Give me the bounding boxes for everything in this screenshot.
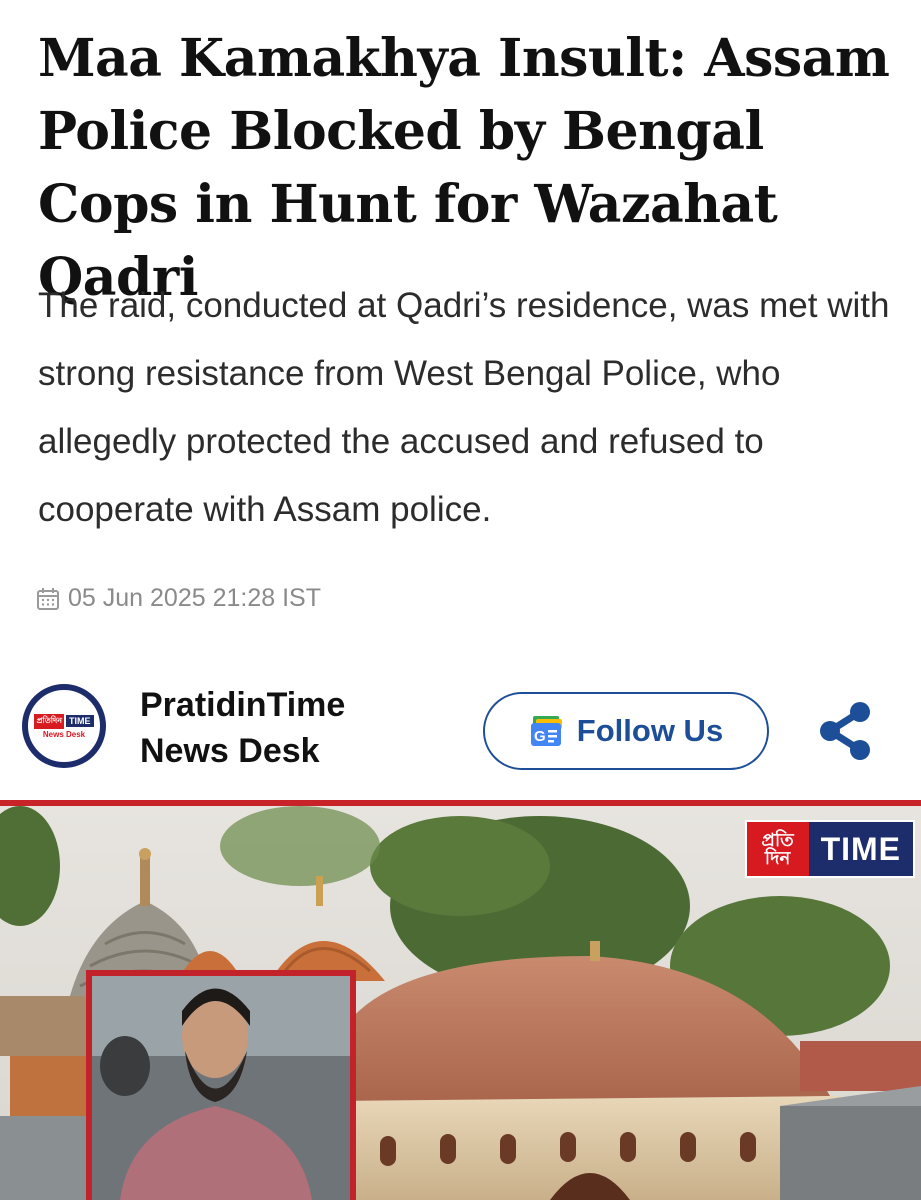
follow-us-label: Follow Us bbox=[576, 713, 724, 748]
svg-text:G: G bbox=[534, 728, 546, 745]
author-name-line1: PratidinTime bbox=[140, 686, 346, 724]
pratidin-time-logo: প্রতি দিন TIME bbox=[744, 820, 915, 878]
article-hero-image[interactable]: প্রতি দিন TIME bbox=[0, 800, 921, 1200]
publish-date: 05 Jun 2025 21:28 IST bbox=[36, 584, 321, 613]
author-name[interactable]: PratidinTime News Desk bbox=[140, 682, 400, 774]
share-icon[interactable] bbox=[816, 700, 874, 762]
inset-portrait bbox=[86, 970, 356, 1200]
calendar-icon bbox=[37, 587, 59, 610]
logo-time-text: TIME bbox=[808, 822, 913, 876]
author-bar: প্রতিদিন TIME News Desk PratidinTime New… bbox=[0, 670, 921, 795]
temple-left-structures bbox=[0, 996, 90, 1200]
google-news-icon: G bbox=[530, 716, 562, 746]
logo-bengali-text: প্রতি দিন bbox=[746, 822, 809, 876]
author-avatar[interactable]: প্রতিদিন TIME News Desk bbox=[22, 684, 106, 768]
article-summary: The raid, conducted at Qadri’s residence… bbox=[38, 286, 890, 529]
follow-us-button[interactable]: G Follow Us bbox=[483, 692, 769, 770]
author-name-line2: News Desk bbox=[140, 732, 320, 770]
publish-date-text: 05 Jun 2025 21:28 IST bbox=[68, 584, 321, 612]
article-headline: Maa Kamakhya Insult: Assam Police Blocke… bbox=[38, 28, 890, 308]
avatar-logo: প্রতিদিন TIME bbox=[34, 713, 94, 729]
temple-right-structures bbox=[780, 1041, 921, 1200]
avatar-subtext: News Desk bbox=[42, 729, 86, 739]
